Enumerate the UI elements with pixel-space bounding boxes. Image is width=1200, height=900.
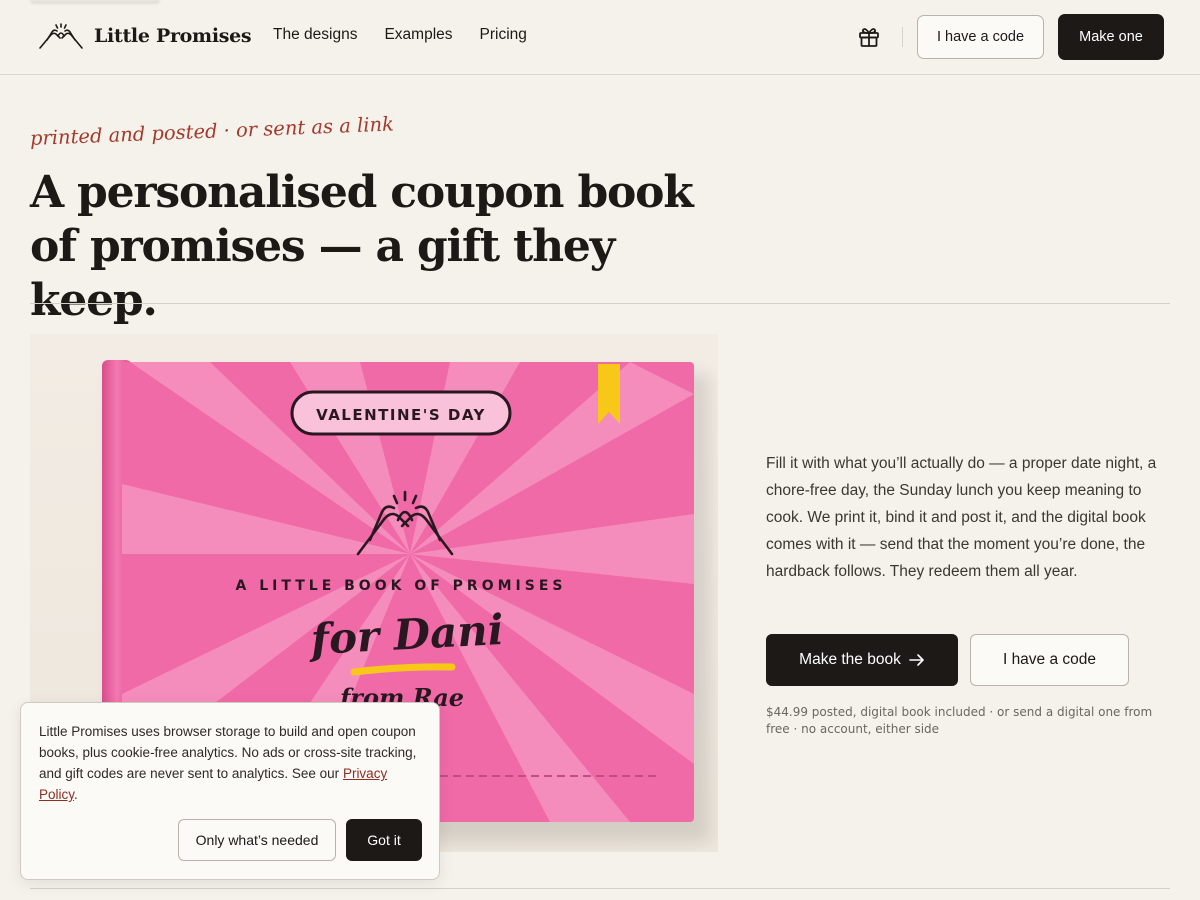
make-book-label: Make the book xyxy=(799,651,901,668)
have-code-button[interactable]: I have a code xyxy=(970,634,1129,686)
nav-link-examples[interactable]: Examples xyxy=(384,26,452,44)
cookie-accept-button[interactable]: Got it xyxy=(346,819,422,861)
cookie-essential-button[interactable]: Only what’s needed xyxy=(178,819,336,861)
book-for-line: for Dani xyxy=(307,605,505,664)
header-divider xyxy=(902,27,903,47)
make-book-button[interactable]: Make the book xyxy=(766,634,958,686)
headline-line-2: of promises — a gift they keep. xyxy=(30,221,615,326)
section-divider xyxy=(30,303,1170,304)
headline-line-1: A personalised coupon book xyxy=(30,167,694,218)
occasion-text: VALENTINE'S DAY xyxy=(316,406,486,424)
nav-link-pricing[interactable]: Pricing xyxy=(480,26,527,44)
header-make-button[interactable]: Make one xyxy=(1058,14,1164,60)
hero-tagline: printed and posted · or sent as a link xyxy=(29,112,395,150)
cookie-banner: Little Promises uses browser storage to … xyxy=(20,702,440,880)
brand-logo[interactable]: Little Promises xyxy=(38,20,252,52)
arrow-right-icon xyxy=(909,654,924,666)
cookie-message: Little Promises uses browser storage to … xyxy=(39,721,424,805)
site-header: Little Promises The designs Examples Pri… xyxy=(0,0,1200,75)
header-code-button[interactable]: I have a code xyxy=(917,15,1044,59)
price-note: $44.99 posted, digital book included · o… xyxy=(766,705,1153,736)
nav-link-designs[interactable]: The designs xyxy=(273,26,357,44)
gift-icon[interactable] xyxy=(858,26,880,48)
main-nav: The designs Examples Pricing xyxy=(273,26,527,44)
pinky-promise-icon xyxy=(39,23,83,49)
brand-name: Little Promises xyxy=(94,25,252,47)
product-description: Fill it with what you’ll actually do — a… xyxy=(766,455,1157,580)
scroll-shadow xyxy=(30,0,160,4)
cookie-trailing: . xyxy=(74,787,78,802)
book-subtitle: A LITTLE BOOK OF PROMISES xyxy=(236,578,567,594)
bottom-divider xyxy=(30,888,1170,889)
